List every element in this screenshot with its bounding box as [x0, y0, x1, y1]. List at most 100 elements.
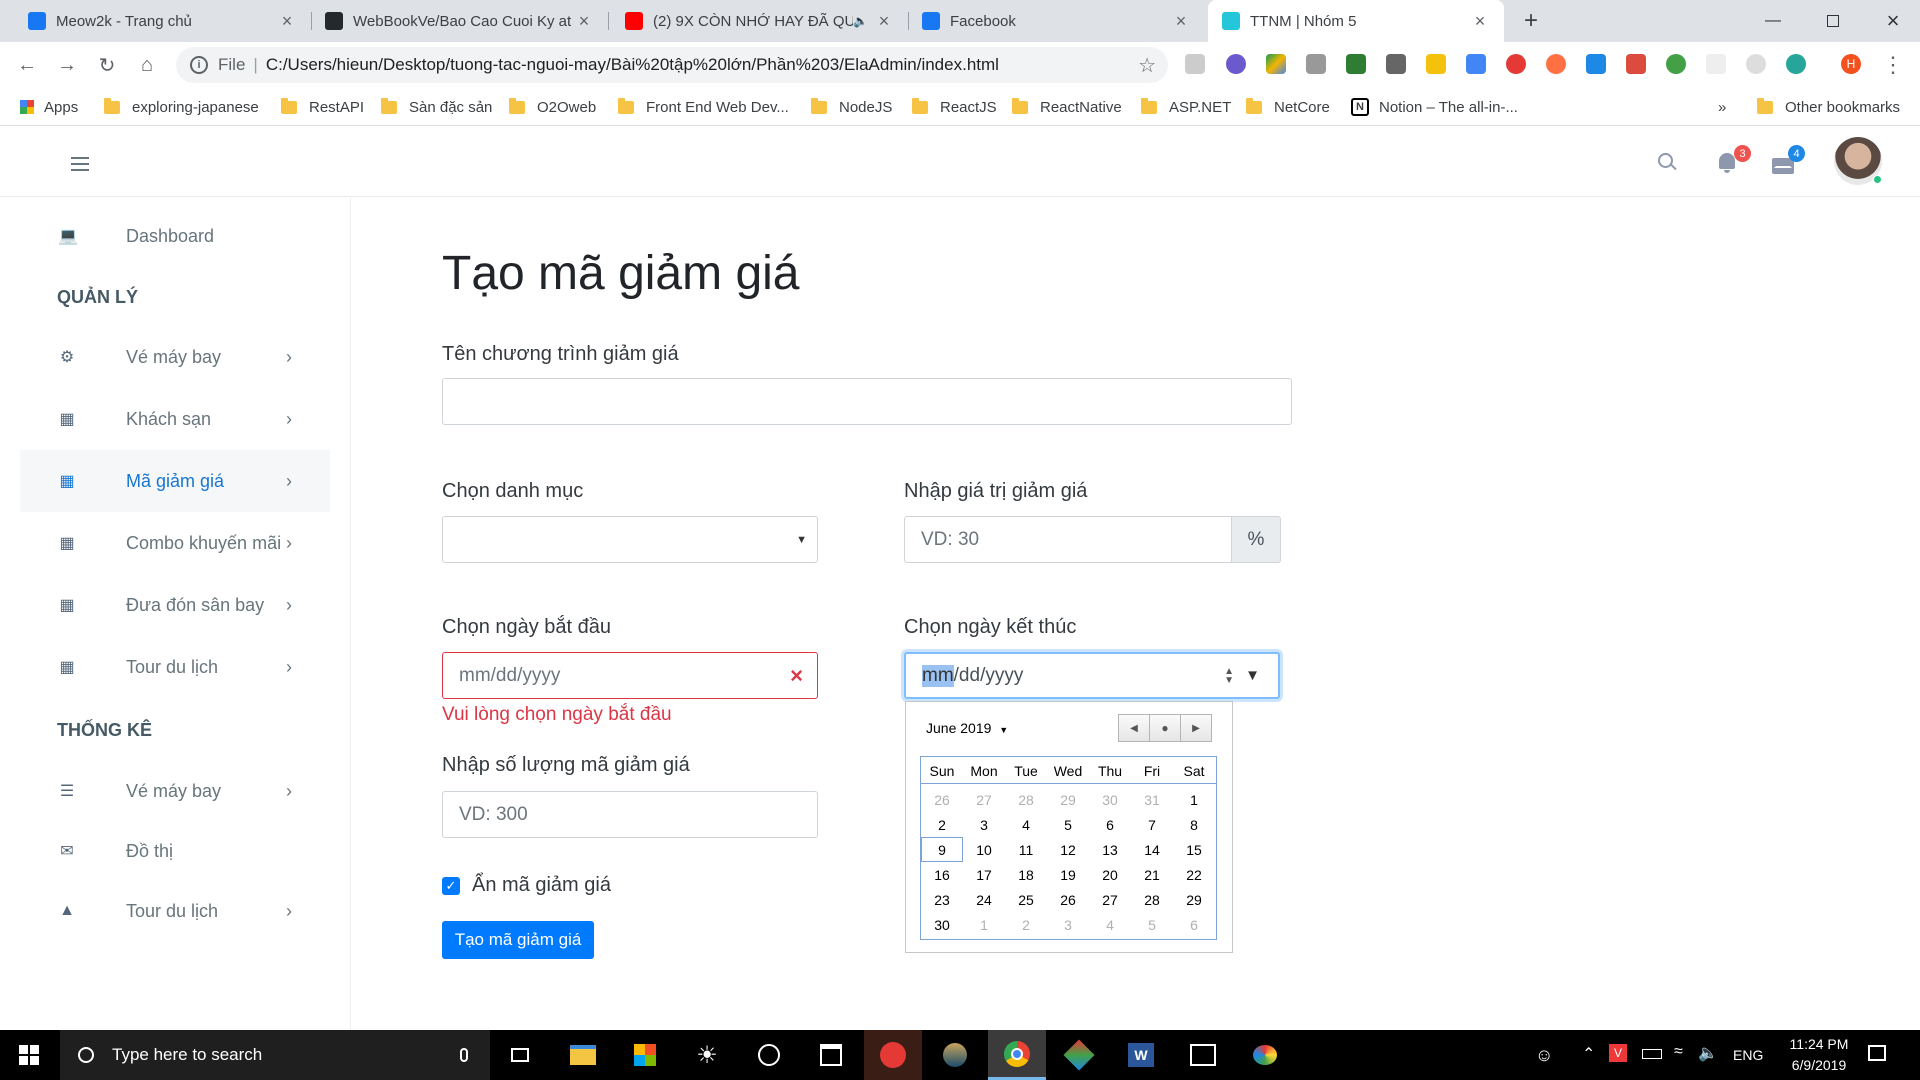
store-icon[interactable]	[616, 1030, 674, 1080]
sourcetree-icon[interactable]	[1050, 1030, 1108, 1080]
dropdown-arrow-icon[interactable]: ▼	[1245, 667, 1260, 684]
tab-close-icon[interactable]: ×	[1470, 11, 1490, 32]
extension-gray-icon[interactable]	[1386, 54, 1406, 74]
hide-coupon-label[interactable]: Ẩn mã giảm giá	[472, 874, 611, 897]
calendar-day[interactable]: 28	[1005, 787, 1047, 812]
calendar-day[interactable]: 28	[1131, 887, 1173, 912]
calendar-day[interactable]: 1	[1173, 787, 1215, 812]
calendar-day[interactable]: 30	[1089, 787, 1131, 812]
calendar-day[interactable]: 7	[1131, 812, 1173, 837]
create-coupon-button[interactable]: Tạo mã giảm giá	[442, 921, 594, 959]
bookmark-exploring-japanese[interactable]: exploring-japanese	[104, 97, 259, 117]
file-explorer-icon[interactable]	[554, 1030, 612, 1080]
sidebar-item-combo[interactable]: ▦ Combo khuyến mãi ›	[20, 512, 330, 574]
bookmark-reactjs[interactable]: ReactJS	[912, 97, 997, 117]
start-date-input[interactable]: mm/dd/yyyy ×	[442, 652, 818, 699]
word-icon[interactable]: W	[1112, 1030, 1170, 1080]
calendar-day[interactable]: 24	[963, 887, 1005, 912]
bookmark-san-dac-san[interactable]: Sàn đặc sản	[381, 97, 492, 117]
reload-button[interactable]: ↻	[92, 50, 122, 80]
sidebar-item-coupons[interactable]: ▦ Mã giảm giá ›	[20, 450, 330, 512]
tab-close-icon[interactable]: ×	[574, 11, 594, 32]
sidebar-item-stats-tours[interactable]: ▲ Tour du lịch ›	[20, 880, 330, 942]
extension-orange-icon[interactable]	[1546, 54, 1566, 74]
calendar-day[interactable]: 25	[1005, 887, 1047, 912]
calendar-day[interactable]: 14	[1131, 837, 1173, 862]
volume-icon[interactable]: 🔈	[1698, 1043, 1718, 1063]
bookmark-nodejs[interactable]: NodeJS	[811, 97, 892, 117]
browser-tab[interactable]: (2) 9X CÒN NHỚ HAY ĐÃ QU 🔈 ×	[611, 0, 908, 42]
calendar-day[interactable]: 20	[1089, 862, 1131, 887]
bookmark-front-end[interactable]: Front End Web Dev...	[618, 97, 789, 117]
calendar-day[interactable]: 29	[1173, 887, 1215, 912]
calendar-day[interactable]: 5	[1131, 912, 1173, 937]
calendar-day[interactable]: 29	[1047, 787, 1089, 812]
sidebar-item-dashboard[interactable]: 💻 Dashboard	[20, 205, 330, 267]
tab-close-icon[interactable]: ×	[277, 11, 297, 32]
taskbar-search-box[interactable]: Type here to search	[60, 1030, 490, 1080]
extension-s-icon[interactable]	[1185, 54, 1205, 74]
calendar-day[interactable]: 19	[1047, 862, 1089, 887]
calendar-day[interactable]: 4	[1005, 812, 1047, 837]
tab-audio-icon[interactable]: 🔈	[853, 14, 868, 28]
calendar-day[interactable]: 11	[1005, 837, 1047, 862]
calendar-day[interactable]: 3	[963, 812, 1005, 837]
calendar-day[interactable]: 31	[1131, 787, 1173, 812]
action-center-icon[interactable]	[1868, 1045, 1886, 1061]
sidebar-item-flights[interactable]: ⚙ Vé máy bay ›	[20, 326, 330, 388]
extension-globe-icon[interactable]	[1786, 54, 1806, 74]
calendar-day[interactable]: 23	[921, 887, 963, 912]
window-close-button[interactable]: ×	[1870, 0, 1916, 42]
bookmark-star-icon[interactable]: ☆	[1138, 53, 1156, 78]
cors-icon[interactable]	[1346, 54, 1366, 74]
bookmark-apps[interactable]: Apps	[20, 97, 78, 117]
hide-coupon-checkbox[interactable]: ✓	[442, 877, 460, 895]
browser-tab[interactable]: Meow2k - Trang chủ ×	[14, 0, 311, 42]
drive-icon[interactable]	[1266, 54, 1286, 74]
sidebar-item-hotels[interactable]: ▦ Khách sạn ›	[20, 388, 330, 450]
extension-r-icon[interactable]	[1226, 54, 1246, 74]
new-tab-button[interactable]: +	[1517, 8, 1545, 34]
calendar-day[interactable]: 12	[1047, 837, 1089, 862]
calendar-day[interactable]: 21	[1131, 862, 1173, 887]
profile-avatar[interactable]: H	[1841, 54, 1861, 74]
restore-button[interactable]	[1810, 0, 1856, 42]
forward-button[interactable]: →	[52, 50, 82, 80]
extension-box-icon[interactable]	[1306, 54, 1326, 74]
input-language[interactable]: ENG	[1733, 1047, 1763, 1063]
wifi-icon[interactable]: ≈	[1674, 1043, 1683, 1061]
month-year-dropdown[interactable]: June 2019 ▼	[926, 720, 1008, 736]
bookmark-aspnet[interactable]: ASP.NET	[1141, 97, 1231, 117]
browser-tab[interactable]: TTNM | Nhóm 5 ×	[1208, 0, 1504, 42]
browser-tab[interactable]: Facebook ×	[908, 0, 1205, 42]
calendar-day[interactable]: 27	[963, 787, 1005, 812]
back-button[interactable]: ←	[12, 50, 42, 80]
clock-date[interactable]: 6/9/2019	[1782, 1057, 1856, 1073]
calendar-day[interactable]: 22	[1173, 862, 1215, 887]
bookmark-o2oweb[interactable]: O2Oweb	[509, 97, 596, 117]
calendar-day[interactable]: 13	[1089, 837, 1131, 862]
show-hidden-icons-button[interactable]: ⌃	[1582, 1044, 1595, 1064]
bookmark-netcore[interactable]: NetCore	[1246, 97, 1330, 117]
end-date-month-segment[interactable]: mm	[922, 664, 954, 687]
translate-icon[interactable]	[1466, 54, 1486, 74]
todoist-icon[interactable]	[1626, 54, 1646, 74]
end-date-input[interactable]: mm /dd/yyyy ▲ ▼ ▼	[904, 652, 1280, 699]
calendar-day[interactable]: 10	[963, 837, 1005, 862]
task-view-icon[interactable]	[491, 1030, 549, 1080]
calendar-day[interactable]: 15	[1173, 837, 1215, 862]
menu-kebab-icon[interactable]: ⋮	[1878, 50, 1908, 80]
calendar-day[interactable]: 1	[963, 912, 1005, 937]
home-button[interactable]: ⌂	[132, 50, 162, 80]
minimize-button[interactable]: —	[1750, 0, 1796, 42]
browser-tab[interactable]: WebBookVe/Bao Cao Cuoi Ky at ×	[311, 0, 608, 42]
hamburger-menu-icon[interactable]	[71, 157, 89, 171]
extension-note-icon[interactable]	[1426, 54, 1446, 74]
calendar-day[interactable]: 6	[1173, 912, 1215, 937]
sidebar-item-stats-flights[interactable]: ☰ Vé máy bay ›	[20, 760, 330, 822]
calendar-day[interactable]: 18	[1005, 862, 1047, 887]
info-icon[interactable]: i	[190, 56, 208, 74]
paint-icon[interactable]	[1236, 1030, 1294, 1080]
quantity-input[interactable]: VD: 300	[442, 791, 818, 838]
garena-icon[interactable]	[864, 1030, 922, 1080]
